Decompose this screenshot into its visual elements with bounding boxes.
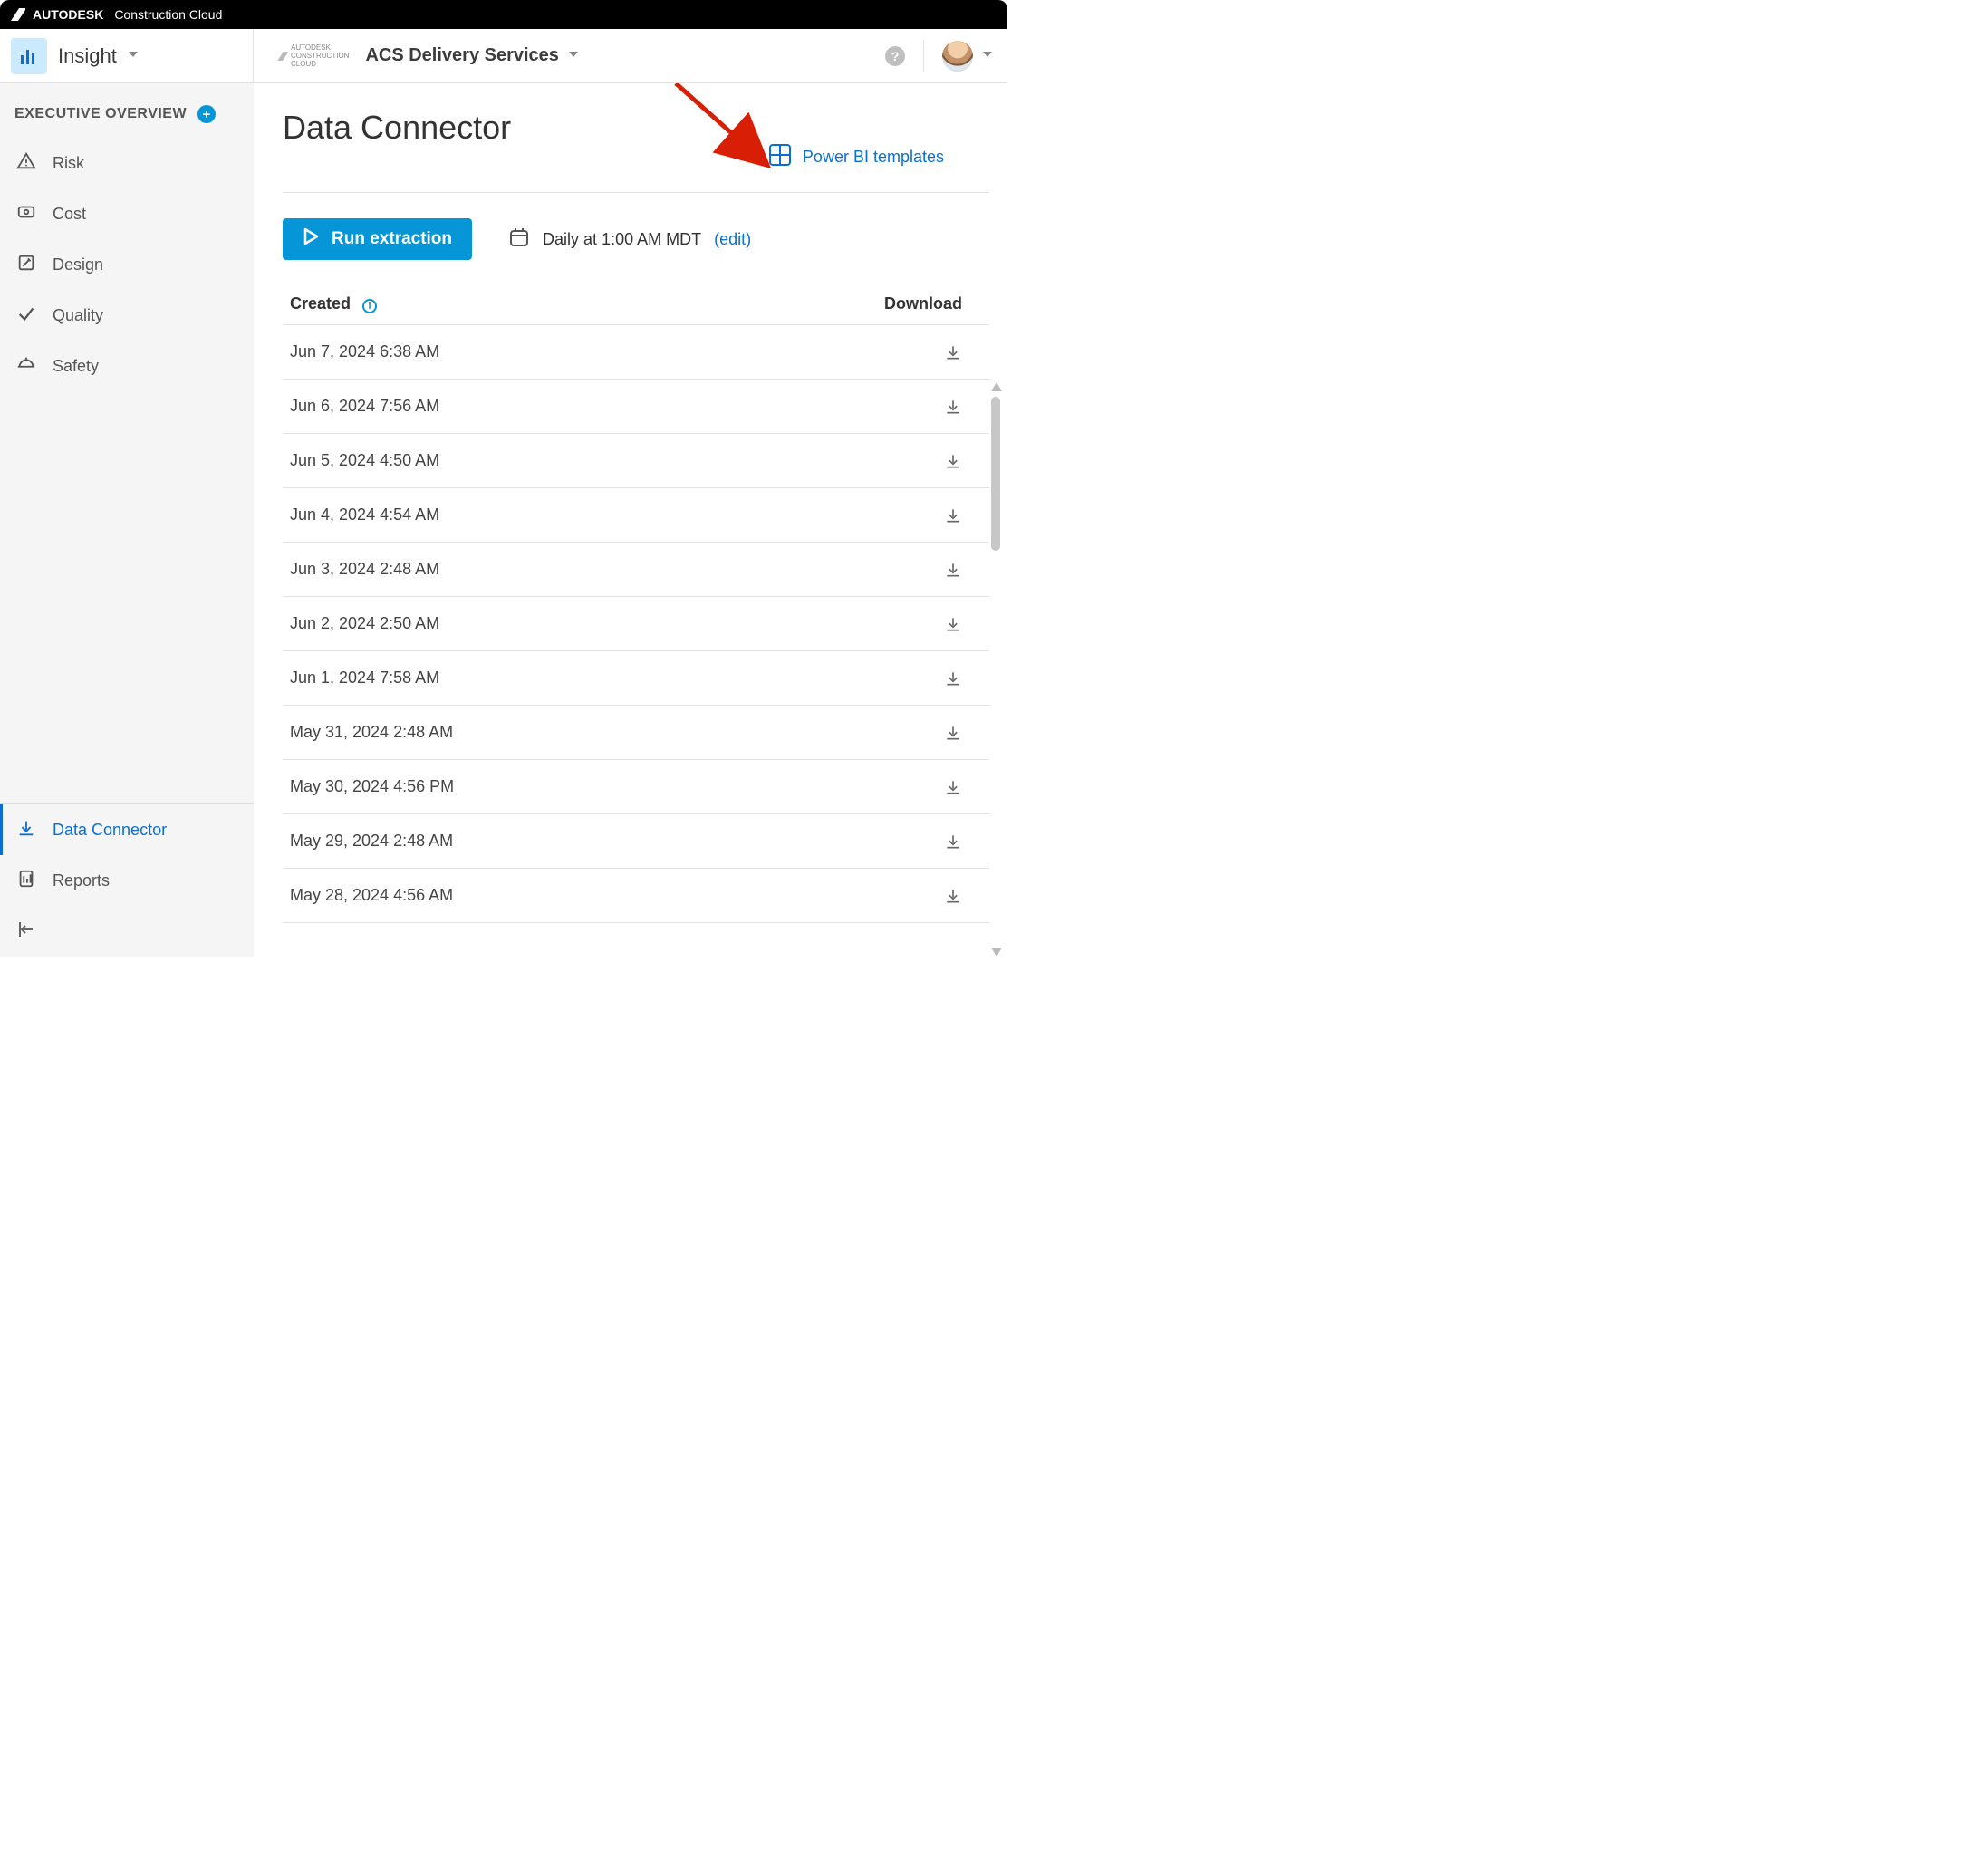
tool-switcher[interactable]: Insight xyxy=(0,29,254,82)
sidebar-item-reports[interactable]: Reports xyxy=(0,855,254,906)
cell-created: Jun 1, 2024 7:58 AM xyxy=(290,669,439,688)
extractions-table: Created i Download Jun 7, 2024 6:38 AM Ju… xyxy=(283,285,989,923)
sidebar: EXECUTIVE OVERVIEW + Risk Cost Design Quali… xyxy=(0,83,254,957)
app-header: Insight AUTODESKCONSTRUCTIONCLOUD ACS De… xyxy=(0,29,1007,83)
chevron-down-icon xyxy=(982,48,993,64)
sidebar-item-data-connector[interactable]: Data Connector xyxy=(0,804,254,855)
table-row: Jun 2, 2024 2:50 AM xyxy=(283,597,989,651)
schedule-text: Daily at 1:00 AM MDT xyxy=(543,230,701,249)
table-row: Jun 5, 2024 4:50 AM xyxy=(283,434,989,488)
sidebar-item-quality[interactable]: Quality xyxy=(0,290,254,341)
cell-created: Jun 3, 2024 2:48 AM xyxy=(290,560,439,579)
download-button[interactable] xyxy=(944,615,962,633)
download-button[interactable] xyxy=(944,561,962,579)
download-button[interactable] xyxy=(944,778,962,796)
sidebar-item-label: Risk xyxy=(53,154,84,173)
table-row: May 28, 2024 4:56 AM xyxy=(283,869,989,923)
cell-created: May 31, 2024 2:48 AM xyxy=(290,723,453,742)
divider xyxy=(283,192,989,193)
quality-icon xyxy=(16,303,36,328)
data-connector-icon xyxy=(16,818,36,842)
account-switcher[interactable]: ACS Delivery Services xyxy=(365,45,578,66)
chevron-down-icon xyxy=(128,48,139,64)
cell-created: May 28, 2024 4:56 AM xyxy=(290,886,453,905)
help-icon[interactable]: ? xyxy=(885,46,905,66)
sidebar-item-design[interactable]: Design xyxy=(0,239,254,290)
add-dashboard-button[interactable]: + xyxy=(198,105,216,123)
run-extraction-button[interactable]: Run extraction xyxy=(283,218,472,260)
download-button[interactable] xyxy=(944,724,962,742)
sidebar-item-label: Cost xyxy=(53,205,86,224)
cell-created: Jun 6, 2024 7:56 AM xyxy=(290,397,439,416)
col-download: Download xyxy=(884,294,962,313)
cell-created: May 29, 2024 2:48 AM xyxy=(290,832,453,851)
reports-icon xyxy=(16,869,36,893)
play-icon xyxy=(303,227,319,251)
powerbi-templates-label: Power BI templates xyxy=(803,148,944,167)
cell-created: Jun 2, 2024 2:50 AM xyxy=(290,614,439,633)
table-row: Jun 4, 2024 4:54 AM xyxy=(283,488,989,543)
download-button[interactable] xyxy=(944,506,962,524)
table-row: Jun 6, 2024 7:56 AM xyxy=(283,380,989,434)
avatar xyxy=(942,41,973,72)
sidebar-item-label: Data Connector xyxy=(53,821,167,840)
table-row: May 31, 2024 2:48 AM xyxy=(283,706,989,760)
cost-icon xyxy=(16,202,36,226)
page-title: Data Connector xyxy=(283,109,989,147)
sidebar-item-label: Reports xyxy=(53,871,110,890)
sidebar-section-title: EXECUTIVE OVERVIEW xyxy=(14,106,187,122)
account-name: ACS Delivery Services xyxy=(365,45,558,66)
sidebar-item-label: Design xyxy=(53,255,103,274)
tool-name: Insight xyxy=(58,44,117,68)
cell-created: Jun 7, 2024 6:38 AM xyxy=(290,342,439,361)
chevron-down-icon xyxy=(568,48,579,64)
grid-icon xyxy=(768,143,792,171)
sidebar-item-safety[interactable]: Safety xyxy=(0,341,254,391)
autodesk-logo-icon xyxy=(11,8,25,21)
design-icon xyxy=(16,253,36,277)
powerbi-templates-link[interactable]: Power BI templates xyxy=(768,143,944,171)
table-row: Jun 7, 2024 6:38 AM xyxy=(283,325,989,380)
info-icon[interactable]: i xyxy=(362,299,377,313)
brand-company: AUTODESK xyxy=(33,7,103,22)
calendar-icon xyxy=(508,226,530,253)
download-button[interactable] xyxy=(944,343,962,361)
download-button[interactable] xyxy=(944,887,962,905)
risk-icon xyxy=(16,151,36,176)
sidebar-item-cost[interactable]: Cost xyxy=(0,188,254,239)
insight-icon xyxy=(11,38,47,74)
cell-created: Jun 4, 2024 4:54 AM xyxy=(290,505,439,524)
run-extraction-label: Run extraction xyxy=(332,229,452,249)
account-badge-icon: AUTODESKCONSTRUCTIONCLOUD xyxy=(277,43,349,68)
table-row: Jun 3, 2024 2:48 AM xyxy=(283,543,989,597)
sidebar-item-risk[interactable]: Risk xyxy=(0,138,254,188)
table-row: Jun 1, 2024 7:58 AM xyxy=(283,651,989,706)
sidebar-item-label: Quality xyxy=(53,306,103,325)
table-row: May 30, 2024 4:56 PM xyxy=(283,760,989,814)
download-button[interactable] xyxy=(944,669,962,688)
main-content: Data Connector Power BI templates Run xyxy=(254,83,1007,957)
download-button[interactable] xyxy=(944,832,962,851)
user-menu[interactable] xyxy=(942,41,993,72)
cell-created: May 30, 2024 4:56 PM xyxy=(290,777,454,796)
safety-icon xyxy=(16,354,36,379)
sidebar-item-label: Safety xyxy=(53,357,99,376)
brand-bar: AUTODESK Construction Cloud xyxy=(0,0,1007,29)
scrollbar[interactable] xyxy=(989,382,1002,957)
brand-product: Construction Cloud xyxy=(114,7,222,22)
download-button[interactable] xyxy=(944,398,962,416)
col-created: Created xyxy=(290,294,351,313)
divider xyxy=(923,40,924,72)
collapse-icon xyxy=(16,919,36,944)
table-row: May 29, 2024 2:48 AM xyxy=(283,814,989,869)
schedule-info: Daily at 1:00 AM MDT (edit) xyxy=(508,226,751,253)
edit-schedule-link[interactable]: (edit) xyxy=(714,230,751,249)
cell-created: Jun 5, 2024 4:50 AM xyxy=(290,451,439,470)
collapse-sidebar-button[interactable] xyxy=(0,906,254,957)
download-button[interactable] xyxy=(944,452,962,470)
